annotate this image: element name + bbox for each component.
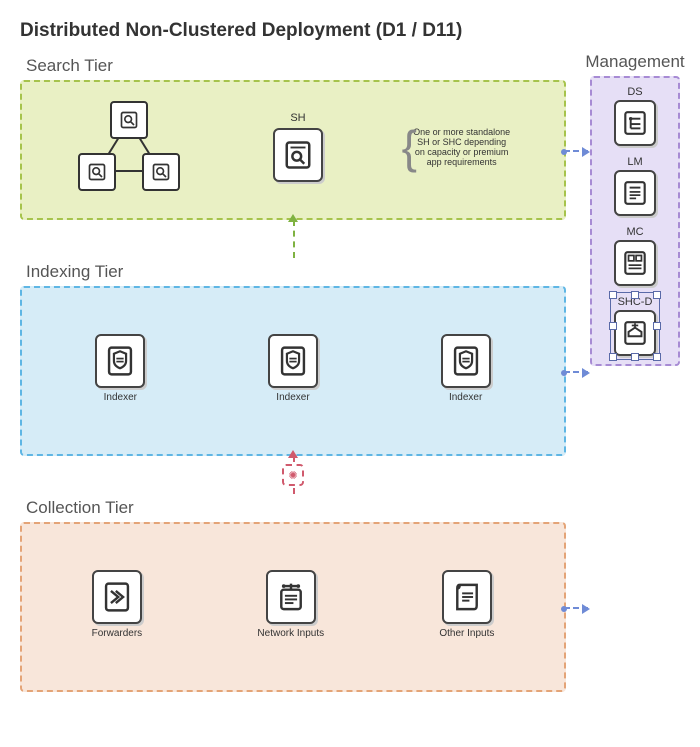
indexer-icon: [268, 334, 318, 388]
sh-label: SH: [290, 112, 305, 124]
management-label: Management: [585, 52, 684, 72]
collection-item-other: Other Inputs: [439, 570, 494, 639]
collection-tier-box: Forwarders Network Inputs Other Inputs: [20, 522, 566, 692]
resize-handle[interactable]: [631, 291, 639, 299]
other-inputs-icon: [442, 570, 492, 624]
resize-handle[interactable]: [609, 322, 617, 330]
mgmt-item-ds: DS: [614, 86, 656, 146]
search-tier-box: SH One or more standalone SH or SHC depe…: [20, 80, 566, 220]
indexer-item: Indexer: [268, 334, 318, 403]
license-master-icon: [614, 170, 656, 216]
indexer-label: Indexer: [449, 392, 482, 403]
indexing-tier-box: Indexer Indexer Indexer: [20, 286, 566, 456]
other-inputs-label: Other Inputs: [439, 628, 494, 639]
search-head-icon: [273, 128, 323, 182]
connector-search-to-indexing: [20, 220, 566, 258]
resize-handle[interactable]: [653, 291, 661, 299]
mgmt-code: MC: [626, 226, 643, 238]
deployment-server-icon: [614, 100, 656, 146]
collection-tier-label: Collection Tier: [26, 498, 566, 518]
collection-item-network: Network Inputs: [257, 570, 324, 639]
search-tier-note: One or more standalone SH or SHC dependi…: [412, 127, 512, 167]
connector-collection-to-indexing: ✺: [20, 456, 566, 494]
tiers-column: Search Tier SH: [20, 52, 566, 692]
search-node-icon: [142, 153, 180, 191]
resize-handle[interactable]: [609, 291, 617, 299]
forwarders-label: Forwarders: [92, 628, 143, 639]
mgmt-item-mc: MC: [614, 226, 656, 286]
connector-indexing-to-mgmt: [564, 371, 588, 373]
indexer-item: Indexer: [441, 334, 491, 403]
data-flow-badge-icon: ✺: [282, 464, 304, 486]
resize-handle[interactable]: [653, 353, 661, 361]
diagram-title: Distributed Non-Clustered Deployment (D1…: [20, 20, 680, 42]
collection-item-forwarders: Forwarders: [92, 570, 143, 639]
indexer-icon: [441, 334, 491, 388]
indexing-tier-label: Indexing Tier: [26, 262, 566, 282]
search-node-icon: [78, 153, 116, 191]
resize-handle[interactable]: [609, 353, 617, 361]
mgmt-item-shcd[interactable]: SHC-D: [614, 296, 656, 356]
indexer-item: Indexer: [95, 334, 145, 403]
search-node-icon: [110, 101, 148, 139]
indexer-icon: [95, 334, 145, 388]
network-inputs-icon: [266, 570, 316, 624]
management-column: Management DS LM MC SHC: [590, 52, 680, 366]
connector-search-to-mgmt: [564, 150, 588, 152]
indexer-label: Indexer: [276, 392, 309, 403]
resize-handle[interactable]: [653, 322, 661, 330]
mgmt-item-lm: LM: [614, 156, 656, 216]
resize-handle[interactable]: [631, 353, 639, 361]
search-head-cluster-graphic: [74, 97, 184, 197]
forwarders-icon: [92, 570, 142, 624]
connector-collection-to-mgmt: [564, 607, 588, 609]
search-head-single: SH: [273, 112, 323, 182]
monitoring-console-icon: [614, 240, 656, 286]
diagram-layout: Search Tier SH: [20, 52, 680, 692]
mgmt-code: LM: [627, 156, 642, 168]
mgmt-code: DS: [627, 86, 642, 98]
network-inputs-label: Network Inputs: [257, 628, 324, 639]
indexer-label: Indexer: [104, 392, 137, 403]
shc-deployer-icon: [614, 310, 656, 356]
search-tier-label: Search Tier: [26, 56, 566, 76]
management-box: DS LM MC SHC-D: [590, 76, 680, 366]
